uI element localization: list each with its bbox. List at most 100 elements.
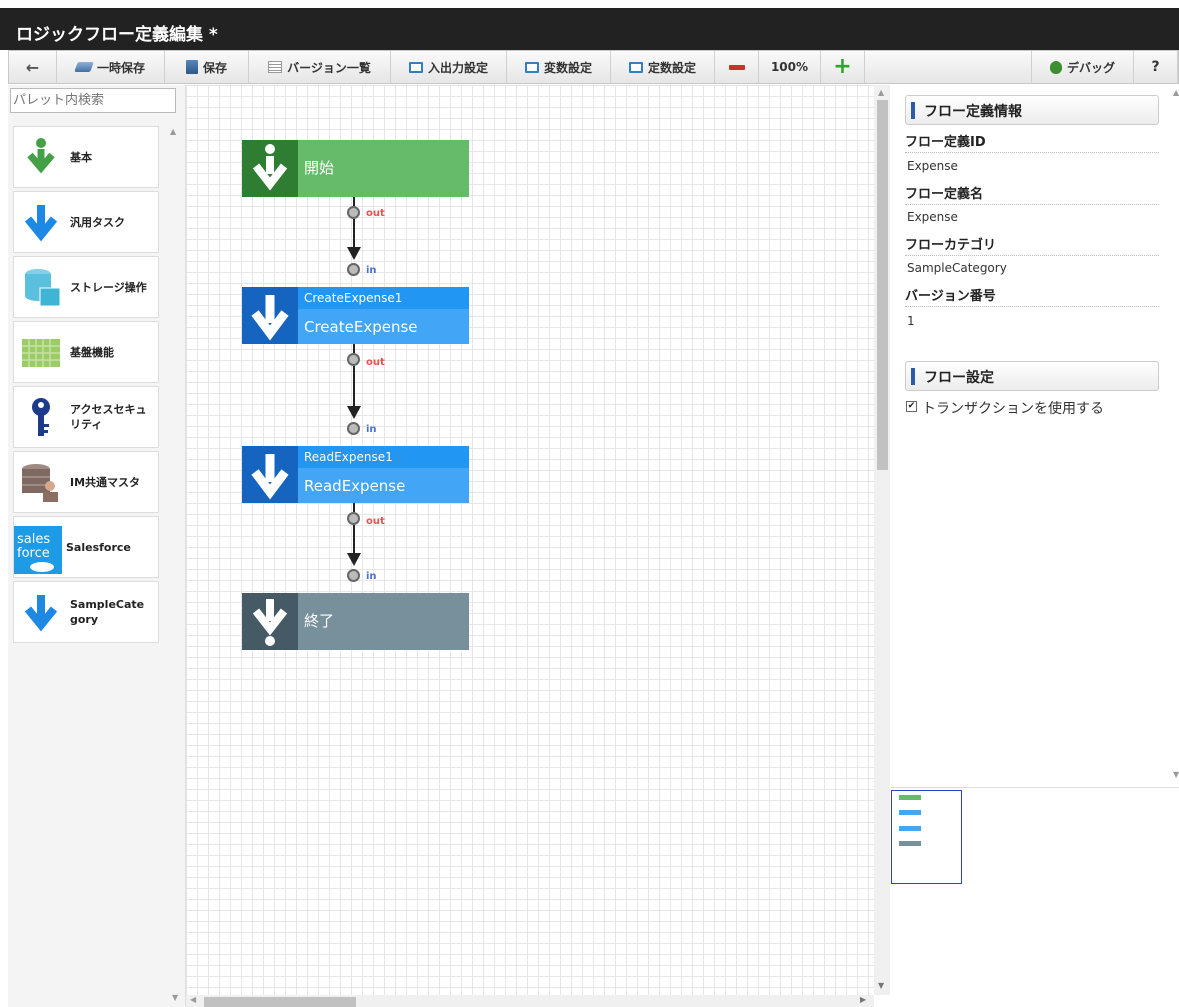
toolbar: ← 一時保存 保存 バージョン一覧 入出力設定 変数設定 定数設定 100% +… xyxy=(8,50,1179,84)
port-in-label: in xyxy=(366,571,377,582)
help-button[interactable]: ? xyxy=(1134,51,1178,83)
svg-text:force: force xyxy=(17,546,50,561)
zoom-out-button[interactable] xyxy=(715,51,759,83)
connector-arrowhead xyxy=(347,247,361,260)
palette-item-label: アクセスセキュリティ xyxy=(70,403,147,431)
window-title-bar: ロジックフロー定義編集 * xyxy=(0,0,1179,50)
temp-save-button[interactable]: 一時保存 xyxy=(57,51,165,83)
end-in-port[interactable] xyxy=(347,569,360,582)
palette-item-label: IM共通マスタ xyxy=(70,475,141,489)
connector-line[interactable] xyxy=(353,525,355,555)
flow-id-label: フロー定義ID xyxy=(905,131,1159,153)
panel-scroll-up-icon[interactable]: ▲ xyxy=(1173,88,1179,97)
bug-icon xyxy=(1049,60,1062,74)
use-transaction-checkbox[interactable]: ✔ xyxy=(906,401,917,412)
scroll-left-icon[interactable]: ◀ xyxy=(190,995,196,1004)
connector-arrowhead xyxy=(347,406,361,419)
io-settings-button[interactable]: 入出力設定 xyxy=(391,51,507,83)
palette-scroll-down-icon[interactable]: ▼ xyxy=(172,993,178,1002)
palette-item-label: 基本 xyxy=(70,150,92,164)
task-node-id: ReadExpense1 xyxy=(304,450,393,464)
version-number-label: バージョン番号 xyxy=(905,285,1159,307)
palette-scroll-up-icon[interactable]: ▲ xyxy=(170,127,176,136)
palette-item-basic[interactable]: 基本 xyxy=(13,126,159,188)
list-icon xyxy=(268,61,283,73)
connector-line[interactable] xyxy=(353,366,355,408)
minimap-start-node xyxy=(899,795,921,800)
flow-settings-section-header[interactable]: フロー設定 xyxy=(905,361,1159,391)
connector-line xyxy=(353,344,355,353)
palette-item-access-security[interactable]: アクセスセキュリティ xyxy=(13,386,159,448)
minimap-task-node xyxy=(899,826,921,831)
port-out-label: out xyxy=(366,357,385,368)
port-out-label: out xyxy=(366,208,385,219)
minimap-viewport[interactable] xyxy=(891,790,962,884)
flow-canvas[interactable]: 開始 out in CreateExpense1 CreateExpense o… xyxy=(186,85,874,995)
start-node-label: 開始 xyxy=(304,159,335,177)
constant-settings-button[interactable]: 定数設定 xyxy=(611,51,715,83)
panel-scroll-down-icon[interactable]: ▼ xyxy=(1173,770,1179,779)
task1-out-port[interactable] xyxy=(347,353,360,366)
palette-item-im-master[interactable]: IM共通マスタ xyxy=(13,451,159,513)
back-button[interactable]: ← xyxy=(9,51,57,83)
palette-item-label: SampleCategory xyxy=(70,598,145,626)
window-title: ロジックフロー定義編集 * xyxy=(16,25,218,45)
connector-line xyxy=(353,503,355,512)
port-in-label: in xyxy=(366,424,377,435)
task1-in-port[interactable] xyxy=(347,263,360,276)
start-out-port[interactable] xyxy=(347,206,360,219)
minimap-task-node xyxy=(899,810,921,815)
flow-end-node[interactable]: 終了 xyxy=(242,593,469,650)
palette-item-label: 汎用タスク xyxy=(70,215,125,229)
constant-settings-label: 定数設定 xyxy=(647,60,696,75)
palette-item-sample-category[interactable]: SampleCategory xyxy=(13,581,159,643)
palette-item-generic-task[interactable]: 汎用タスク xyxy=(13,191,159,253)
minimap-panel[interactable] xyxy=(891,787,1179,1007)
debug-button[interactable]: デバッグ xyxy=(1031,51,1134,83)
plus-icon: + xyxy=(833,54,852,79)
scroll-down-icon[interactable]: ▼ xyxy=(878,981,884,990)
arrow-down-icon xyxy=(20,201,62,243)
io-settings-label: 入出力設定 xyxy=(427,60,488,75)
zoom-in-button[interactable]: + xyxy=(821,51,865,83)
flow-task-node-read-expense[interactable]: ReadExpense1 ReadExpense xyxy=(242,446,469,503)
arrow-down-icon xyxy=(20,591,62,633)
task-node-name: ReadExpense xyxy=(304,477,406,495)
save-button[interactable]: 保存 xyxy=(165,51,249,83)
start-node-body: 開始 xyxy=(298,140,469,197)
canvas-vertical-scroll-thumb[interactable] xyxy=(877,100,888,470)
back-arrow-icon: ← xyxy=(25,57,40,77)
task2-out-port[interactable] xyxy=(347,512,360,525)
flow-info-section-header[interactable]: フロー定義情報 xyxy=(905,95,1159,125)
canvas-horizontal-scroll-thumb[interactable] xyxy=(204,997,356,1007)
version-number-value: 1 xyxy=(907,314,915,328)
palette-search-input[interactable] xyxy=(10,88,176,113)
flow-task-node-create-expense[interactable]: CreateExpense1 CreateExpense xyxy=(242,287,469,344)
task-node-body: CreateExpense1 CreateExpense xyxy=(298,287,469,344)
flow-start-node[interactable]: 開始 xyxy=(242,140,469,197)
task-node-body: ReadExpense1 ReadExpense xyxy=(298,446,469,503)
use-transaction-label: トランザクションを使用する xyxy=(922,401,1104,417)
version-list-button[interactable]: バージョン一覧 xyxy=(249,51,391,83)
debug-label: デバッグ xyxy=(1066,60,1115,75)
minus-icon xyxy=(728,64,745,70)
canvas-horizontal-scrollbar[interactable]: ◀ ▶ xyxy=(186,995,874,1007)
end-node-icon xyxy=(242,593,298,650)
palette-item-storage[interactable]: ストレージ操作 xyxy=(13,256,159,318)
palette-item-platform[interactable]: 基盤機能 xyxy=(13,321,159,383)
scroll-up-icon[interactable]: ▲ xyxy=(878,88,884,97)
properties-panel: フロー定義情報 フロー定義ID Expense フロー定義名 Expense フ… xyxy=(891,85,1179,785)
start-node-icon xyxy=(242,140,298,197)
version-list-label: バージョン一覧 xyxy=(287,60,371,75)
palette-item-salesforce[interactable]: sales force Salesforce xyxy=(13,516,159,578)
window-icon xyxy=(628,61,643,73)
canvas-vertical-scrollbar[interactable]: ▲ ▼ xyxy=(874,85,890,995)
palette-item-label: 基盤機能 xyxy=(70,345,114,359)
flow-name-label: フロー定義名 xyxy=(905,183,1159,205)
connector-line[interactable] xyxy=(353,219,355,249)
variable-settings-label: 変数設定 xyxy=(543,60,592,75)
scroll-right-icon[interactable]: ▶ xyxy=(860,995,866,1004)
variable-settings-button[interactable]: 変数設定 xyxy=(507,51,611,83)
download-arrow-icon xyxy=(20,136,62,178)
task2-in-port[interactable] xyxy=(347,422,360,435)
